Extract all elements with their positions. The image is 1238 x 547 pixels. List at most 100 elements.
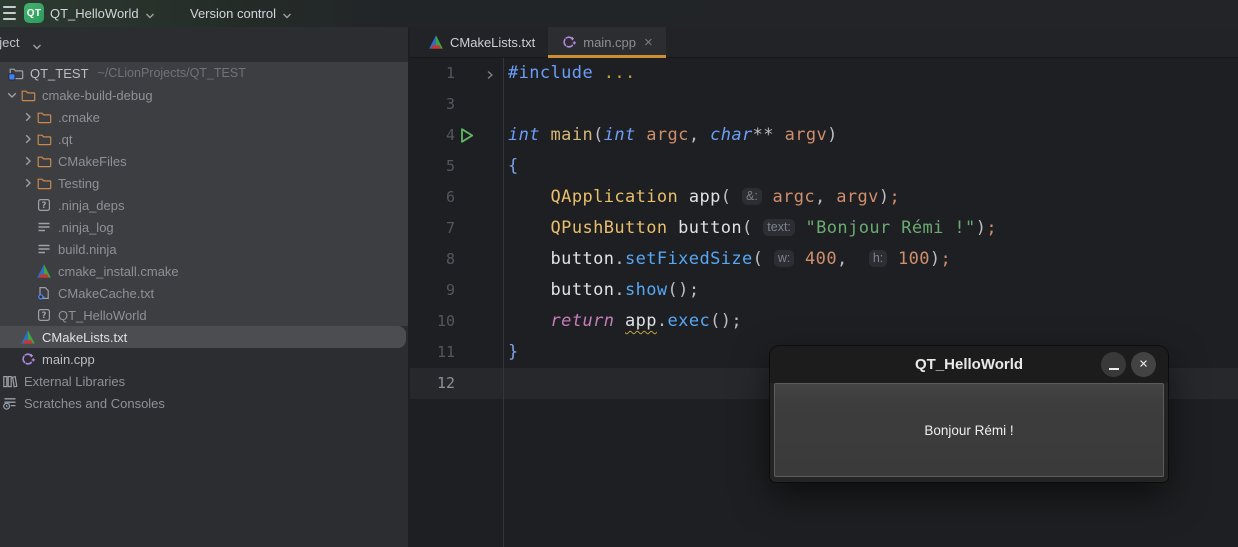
chevron-down-icon[interactable] — [4, 87, 20, 103]
chevron-spacer — [20, 285, 36, 301]
code-line-1[interactable]: 1 #include ... — [410, 58, 1238, 89]
token-plain: ** — [753, 125, 785, 145]
token-plain: ) — [827, 125, 838, 145]
fold-chevron-icon[interactable] — [484, 68, 496, 86]
tree-item-label: QT_HelloWorld — [58, 308, 147, 323]
tree-item-label: build.ninja — [58, 242, 117, 257]
tree-item-main-cpp[interactable]: main.cpp — [0, 348, 408, 370]
code-line-10[interactable]: 10 return app.exec(); — [410, 306, 1238, 337]
line-number: 4 — [410, 120, 455, 151]
chevron-spacer — [20, 219, 36, 235]
tree-item-cmakelists-txt[interactable]: CMakeLists.txt — [0, 326, 406, 348]
qt-push-button[interactable]: Bonjour Rémi ! — [774, 383, 1164, 477]
tree-item-cmakecache-txt[interactable]: CMakeCache.txt — [0, 282, 408, 304]
chevron-spacer — [4, 351, 20, 367]
main-menu-button[interactable] — [3, 6, 17, 20]
code-line-7[interactable]: 7 QPushButton button( text: "Bonjour Rém… — [410, 213, 1238, 244]
project-widget[interactable]: QT_HelloWorld — [50, 0, 155, 27]
code-text: #include ... — [503, 58, 1238, 89]
tree-item-scratches-and-consoles[interactable]: Scratches and Consoles — [0, 392, 408, 414]
tree-item-label: QT_TEST — [30, 66, 89, 81]
chevron-down-icon — [145, 9, 155, 19]
token-plain: ( — [742, 218, 763, 238]
token-parameter: argv — [785, 125, 828, 145]
token-plain — [762, 187, 773, 207]
token-parameter: argc — [646, 125, 689, 145]
tree-item-label: .ninja_deps — [58, 198, 125, 213]
close-icon: × — [1139, 357, 1148, 372]
tree-item--cmake[interactable]: .cmake — [0, 106, 408, 128]
token-plain — [593, 63, 604, 83]
tree-item--qt[interactable]: .qt — [0, 128, 408, 150]
token-plain — [540, 125, 551, 145]
code-line-8[interactable]: 8 button.setFixedSize( w: 400, h: 100); — [410, 244, 1238, 275]
token-keyword: int — [604, 125, 636, 145]
tree-item-label: .qt — [58, 132, 72, 147]
tree-item--ninja-log[interactable]: .ninja_log — [0, 216, 408, 238]
cache-file-icon — [36, 285, 52, 301]
token-parameter: argv — [836, 187, 879, 207]
tree-item-qt-helloworld[interactable]: ?QT_HelloWorld — [0, 304, 408, 326]
token-directive: #include — [508, 63, 593, 83]
project-folder-icon — [8, 65, 24, 81]
token-plain: , — [837, 249, 869, 269]
vcs-widget[interactable]: Version control — [190, 0, 292, 27]
token-method: exec — [668, 311, 711, 331]
chevron-right-icon[interactable] — [20, 153, 36, 169]
chevron-right-icon[interactable] — [20, 131, 36, 147]
tab-label: CMakeLists.txt — [450, 35, 535, 50]
line-number: 1 — [410, 58, 455, 89]
tree-item-label: .cmake — [58, 110, 100, 125]
main-toolbar: QT QT_HelloWorld Version control — [0, 0, 1238, 27]
close-icon[interactable]: × — [644, 35, 653, 50]
editor-tab-bar: CMakeLists.txt main.cpp × — [410, 27, 1238, 58]
tree-item-cmake-build-debug[interactable]: cmake-build-debug — [0, 84, 408, 106]
line-number: 6 — [410, 182, 455, 213]
tree-item-qt-test[interactable]: QT_TEST~/CLionProjects/QT_TEST — [0, 62, 408, 84]
chevron-right-icon[interactable] — [20, 175, 36, 191]
token-variable: button — [551, 249, 615, 269]
code-text: int main(int argc, char** argv) — [503, 120, 1238, 151]
cmake-icon — [20, 329, 36, 345]
code-line-6[interactable]: 6 QApplication app( &: argc, argv); — [410, 182, 1238, 213]
tree-item-external-libraries[interactable]: External Libraries — [0, 370, 408, 392]
tab-cmakelists-txt[interactable]: CMakeLists.txt — [415, 27, 548, 57]
gutter: 12 — [410, 368, 503, 399]
app-logo[interactable]: QT — [24, 3, 44, 23]
line-number: 8 — [410, 244, 455, 275]
chevron-right-icon[interactable] — [20, 109, 36, 125]
code-line-5[interactable]: 5{ — [410, 151, 1238, 182]
tree-item--ninja-deps[interactable]: ? .ninja_deps — [0, 194, 408, 216]
qt-window-titlebar[interactable]: QT_HelloWorld × — [770, 346, 1168, 383]
tree-item-cmake-install-cmake[interactable]: cmake_install.cmake — [0, 260, 408, 282]
cpp-class-icon — [561, 34, 577, 50]
token-keyword: int — [508, 125, 540, 145]
run-icon[interactable] — [456, 125, 477, 151]
code-line-4[interactable]: 4 int main(int argc, char** argv) — [410, 120, 1238, 151]
token-plain: ( — [721, 187, 742, 207]
code-line-3[interactable]: 3 — [410, 89, 1238, 120]
tab-main-cpp[interactable]: main.cpp × — [548, 27, 666, 57]
code-text: button.show(); — [503, 275, 1238, 306]
tree-item-label: CMakeFiles — [58, 154, 127, 169]
minimize-button[interactable] — [1101, 352, 1126, 377]
unknown-file-icon: ? — [36, 197, 52, 213]
project-panel-title: Project — [0, 35, 19, 50]
tree-item-build-ninja[interactable]: build.ninja — [0, 238, 408, 260]
token-number: 100 — [898, 249, 930, 269]
tree-item-testing[interactable]: Testing — [0, 172, 408, 194]
token-plain — [887, 249, 898, 269]
close-button[interactable]: × — [1131, 352, 1156, 377]
token-parameter: argc — [772, 187, 815, 207]
token-semicolon: ; — [889, 187, 900, 207]
token-plain: ) — [976, 218, 987, 238]
tree-item-cmakefiles[interactable]: CMakeFiles — [0, 150, 408, 172]
token-plain: . — [614, 249, 625, 269]
project-panel-header[interactable]: Project — [0, 27, 408, 60]
line-number: 5 — [410, 151, 455, 182]
token-plain: . — [657, 311, 668, 331]
token-plain: (); — [710, 311, 742, 331]
code-line-9[interactable]: 9 button.show(); — [410, 275, 1238, 306]
qt-app-window: QT_HelloWorld × Bonjour Rémi ! — [770, 346, 1168, 482]
scratches-icon — [2, 395, 18, 411]
